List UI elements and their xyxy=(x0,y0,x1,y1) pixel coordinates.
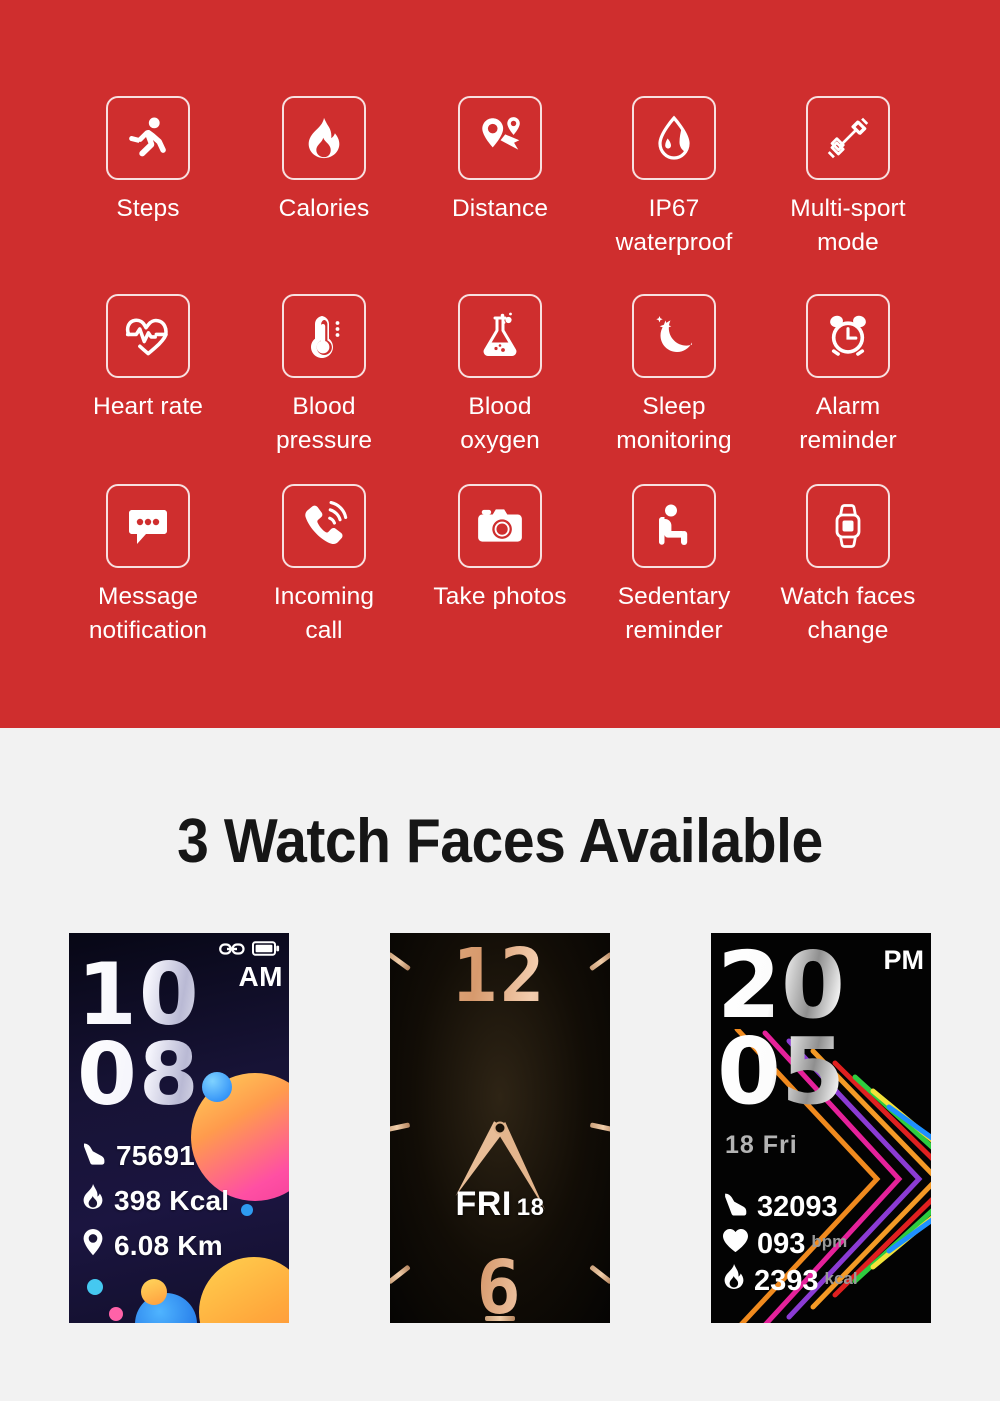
feature-item-calories[interactable]: Calories xyxy=(237,96,411,294)
flame-icon xyxy=(722,1264,746,1296)
hour-tick-3 xyxy=(390,1122,411,1133)
watch-face-analog[interactable]: 12 6 FRI 18 xyxy=(390,933,610,1323)
watch-meridiem: PM xyxy=(883,945,925,975)
feature-label: Take photos xyxy=(433,583,567,610)
features-row-1: Steps Calories Distance IP67 waterproof … xyxy=(0,96,1000,294)
stat-calories: 2393 kcal xyxy=(722,1264,858,1296)
gradient-blob-blue-small xyxy=(241,1204,253,1216)
stat-steps: 75691 xyxy=(81,1140,229,1172)
feature-label: Blood oxygen xyxy=(460,393,540,454)
feature-label: Heart rate xyxy=(93,393,203,420)
watch-face-digital-gradient[interactable]: AM 10 08 75691 xyxy=(69,933,289,1323)
heart-icon xyxy=(722,1228,749,1259)
feature-label: Blood pressure xyxy=(275,393,373,454)
watch-date-display: FRI 18 xyxy=(390,1185,610,1224)
stat-value: 6.08 Km xyxy=(114,1230,223,1261)
stat-value: 398 Kcal xyxy=(114,1184,230,1216)
feature-label: Multi-sport mode xyxy=(790,195,906,256)
stat-value: 32093 xyxy=(757,1191,838,1223)
watch-stats-list: 75691 398 Kcal 6.08 Km xyxy=(81,1140,229,1275)
gradient-blob-pink-small xyxy=(109,1307,123,1321)
feature-item-steps[interactable]: Steps xyxy=(61,96,235,294)
shoe-icon xyxy=(81,1140,107,1172)
watch-hours: 10 xyxy=(77,952,281,1038)
sitting-person-icon xyxy=(632,484,716,568)
feature-label: Sedentary reminder xyxy=(617,583,731,644)
watch-hand-hub xyxy=(493,1121,507,1135)
map-pin-route-icon xyxy=(458,96,542,180)
feature-label: Steps xyxy=(116,195,180,222)
stat-value: 093 xyxy=(757,1228,806,1260)
stat-unit: kcal xyxy=(824,1269,858,1288)
feature-item-waterproof[interactable]: IP67 waterproof xyxy=(587,96,761,294)
stat-steps: 32093 xyxy=(722,1191,858,1222)
stat-unit: bpm xyxy=(811,1232,848,1251)
feature-item-watch-faces[interactable]: Watch faces change xyxy=(761,484,935,674)
camera-icon xyxy=(458,484,542,568)
feature-label: Alarm reminder xyxy=(799,393,897,454)
location-pin-icon xyxy=(81,1229,105,1263)
flame-icon xyxy=(282,96,366,180)
hour-tick-4 xyxy=(589,1122,610,1133)
watch-stats-list: 32093 093 bpm 2393 kcal xyxy=(722,1191,858,1301)
features-row-2: Heart rate Blood pressure Blood oxygen S… xyxy=(0,294,1000,484)
stat-value: 75691 xyxy=(116,1140,195,1171)
stat-heart-rate: 093 bpm xyxy=(722,1227,858,1259)
stat-calories: 398 Kcal xyxy=(81,1184,229,1217)
flask-icon xyxy=(458,294,542,378)
feature-label: Incoming call xyxy=(273,583,375,644)
chat-bubble-icon xyxy=(106,484,190,568)
alarm-clock-icon xyxy=(806,294,890,378)
feature-label: Distance xyxy=(451,195,549,222)
gradient-blob-cyan-small xyxy=(87,1279,103,1295)
stat-distance: 6.08 Km xyxy=(81,1229,229,1263)
watch-weekday: FRI xyxy=(455,1185,512,1223)
watch-minutes: 05 xyxy=(717,1026,917,1118)
heart-pulse-icon xyxy=(106,294,190,378)
running-person-icon xyxy=(106,96,190,180)
gradient-blob-blue xyxy=(202,1072,232,1102)
feature-label: Watch faces change xyxy=(780,583,916,644)
features-section: Steps Calories Distance IP67 waterproof … xyxy=(0,0,1000,728)
watch-numeral-6: 6 xyxy=(390,1251,610,1323)
feature-item-sedentary[interactable]: Sedentary reminder xyxy=(587,484,761,674)
watch-numeral-12: 12 xyxy=(390,939,610,1013)
thermometer-icon xyxy=(282,294,366,378)
feature-label: Calories xyxy=(278,195,370,222)
feature-item-incoming-call[interactable]: Incoming call xyxy=(237,484,411,674)
feature-item-heart-rate[interactable]: Heart rate xyxy=(61,294,235,484)
moon-stars-icon xyxy=(632,294,716,378)
watch-date-display: 18 Fri xyxy=(725,1131,798,1159)
feature-item-multisport[interactable]: Multi-sport mode xyxy=(761,96,935,294)
feature-item-take-photos[interactable]: Take photos xyxy=(413,484,587,674)
feature-item-blood-oxygen[interactable]: Blood oxygen xyxy=(413,294,587,484)
smartwatch-icon xyxy=(806,484,890,568)
dumbbell-icon xyxy=(806,96,890,180)
feature-item-message[interactable]: Message notification xyxy=(61,484,235,674)
features-row-3: Message notification Incoming call Take … xyxy=(0,484,1000,674)
feature-item-distance[interactable]: Distance xyxy=(413,96,587,294)
feature-label: Sleep monitoring xyxy=(616,393,732,454)
shoe-icon xyxy=(722,1191,749,1222)
watch-face-black-rainbow[interactable]: PM 20 05 18 Fri 32093 093 bpm 2393 kcal xyxy=(711,933,931,1323)
watch-day: 18 xyxy=(516,1194,545,1221)
phone-ringing-icon xyxy=(282,484,366,568)
watch-faces-gallery: AM 10 08 75691 xyxy=(0,933,1000,1323)
hour-tick-7 xyxy=(485,1316,515,1321)
feature-item-blood-pressure[interactable]: Blood pressure xyxy=(237,294,411,484)
feature-item-alarm[interactable]: Alarm reminder xyxy=(761,294,935,484)
feature-label: IP67 waterproof xyxy=(615,195,733,256)
page-title: 3 Watch Faces Available xyxy=(177,807,823,876)
feature-label: Message notification xyxy=(88,583,208,644)
watch-faces-section: 3 Watch Faces Available 10 08 75691 398 … xyxy=(0,728,1000,1401)
water-drop-icon xyxy=(632,96,716,180)
stat-value: 2393 xyxy=(754,1265,819,1297)
gradient-blob-yellow-small xyxy=(141,1279,167,1305)
flame-icon xyxy=(81,1184,105,1217)
feature-item-sleep[interactable]: Sleep monitoring xyxy=(587,294,761,484)
